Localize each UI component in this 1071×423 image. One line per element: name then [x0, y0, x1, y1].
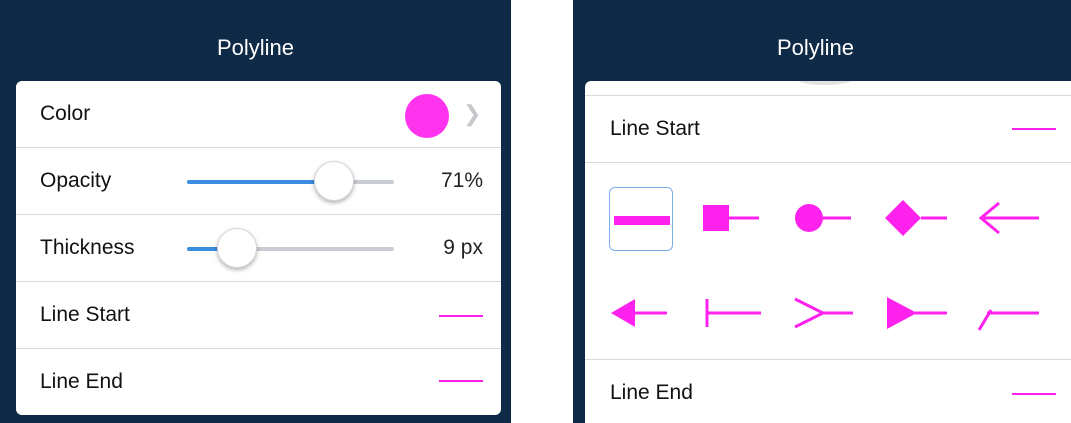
line-start-row[interactable]: Line Start: [585, 96, 1071, 162]
line-style-circle-icon: [795, 204, 851, 232]
scroll-remnant: [795, 81, 855, 85]
line-style-slash-option[interactable]: [977, 282, 1041, 346]
line-style-square-icon: [703, 205, 759, 231]
panel-title: Polyline: [216, 35, 295, 60]
line-end-preview-icon: [1012, 393, 1056, 395]
line-start-label: Line Start: [610, 117, 700, 140]
line-style-diamond-option[interactable]: [885, 187, 949, 251]
line-start-preview-icon: [1012, 128, 1056, 130]
line-start-row[interactable]: Line Start: [16, 282, 501, 348]
line-end-label: Line End: [610, 381, 693, 404]
line-end-preview-icon: [439, 380, 483, 382]
line-start-preview-icon: [439, 315, 483, 317]
line-end-label: Line End: [40, 370, 123, 393]
line-style-slash-icon: [977, 309, 1039, 331]
line-style-filled-arrow-icon: [611, 299, 667, 327]
thickness-label: Thickness: [40, 236, 135, 259]
line-style-reverse-filled-arrow-icon: [887, 297, 947, 329]
line-end-row[interactable]: Line End: [16, 349, 501, 415]
line-end-row[interactable]: Line End: [585, 360, 1071, 423]
opacity-value: 71%: [440, 169, 483, 192]
line-style-reverse-open-arrow-option[interactable]: [793, 282, 857, 346]
line-start-label: Line Start: [40, 303, 130, 326]
chevron-right-icon: ❯: [463, 101, 482, 126]
opacity-slider[interactable]: [187, 161, 394, 201]
polyline-panel-line-start: Polyline Line Start Line End: [573, 0, 1071, 423]
thickness-slider-thumb[interactable]: [216, 228, 257, 268]
line-style-open-arrow-option[interactable]: [977, 187, 1041, 251]
line-style-circle-option[interactable]: [793, 187, 857, 251]
opacity-label: Opacity: [40, 169, 112, 192]
thickness-row: Thickness 9 px: [16, 215, 501, 281]
color-swatch[interactable]: [405, 94, 449, 138]
panel-title: Polyline: [776, 35, 855, 60]
line-start-options: Line Start Line End: [585, 81, 1071, 423]
line-style-none-icon: [614, 216, 670, 225]
line-style-open-arrow-icon: [978, 201, 1039, 235]
divider: [585, 162, 1071, 163]
polyline-panel-main: Polyline Color ❯ Opacity 71% Thickness 9…: [0, 0, 511, 423]
thickness-value: 9 px: [443, 236, 483, 259]
thickness-slider[interactable]: [187, 228, 394, 268]
line-style-square-option[interactable]: [701, 187, 765, 251]
opacity-slider-thumb[interactable]: [313, 161, 354, 201]
line-style-filled-arrow-option[interactable]: [609, 282, 673, 346]
properties-list: Color ❯ Opacity 71% Thickness 9 px Line …: [16, 81, 501, 415]
line-style-butt-option[interactable]: [701, 282, 765, 346]
line-style-diamond-icon: [885, 200, 947, 236]
color-label: Color: [40, 102, 91, 125]
opacity-row: Opacity 71%: [16, 148, 501, 214]
color-row[interactable]: Color ❯: [16, 81, 501, 147]
line-style-none-option[interactable]: [609, 187, 673, 251]
line-style-butt-icon: [705, 299, 761, 327]
line-style-reverse-filled-arrow-option[interactable]: [885, 282, 949, 346]
line-style-reverse-open-arrow-icon: [794, 297, 853, 329]
opacity-slider-fill: [187, 180, 334, 184]
